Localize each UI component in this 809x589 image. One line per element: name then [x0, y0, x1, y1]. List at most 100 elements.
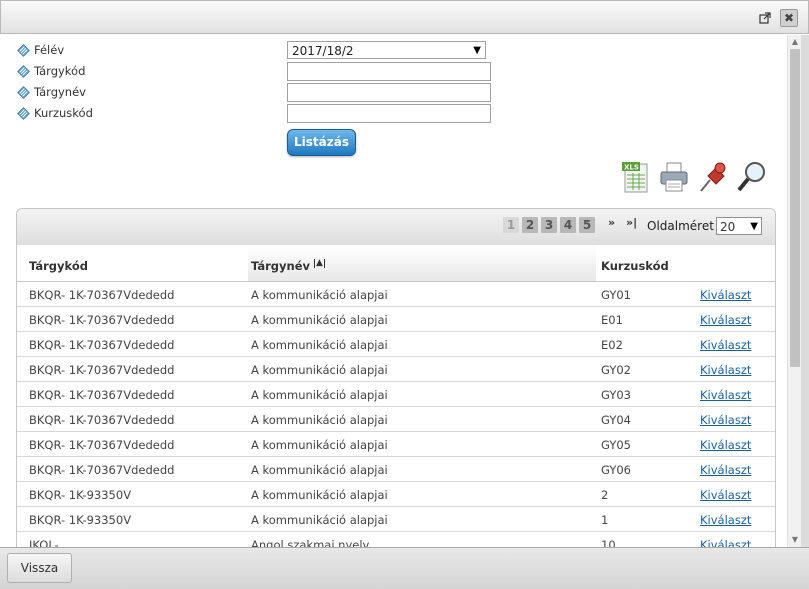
targykod-input[interactable] [287, 62, 491, 81]
list-button[interactable]: Listázás [287, 129, 356, 156]
next-page-icon[interactable]: » [608, 216, 615, 229]
scroll-down-icon[interactable]: ▼ [790, 535, 800, 545]
cell-targynev: A kommunikáció alapjai [251, 413, 388, 427]
cell-targykod: BKQR- 1K-70367Vdededd [29, 388, 175, 402]
close-icon[interactable]: ✖ [780, 9, 798, 27]
cell-kurzuskod: GY01 [601, 288, 631, 302]
cell-targynev: A kommunikáció alapjai [251, 463, 388, 477]
form-label-felev: Félév [17, 43, 64, 57]
cell-targykod: BKQR- 1K-70367Vdededd [29, 413, 175, 427]
column-header-targynev-label: Tárgynév [251, 259, 311, 273]
dialog-titlebar: ✖ [0, 0, 809, 34]
table-row: BKQR- 1K-93350V A kommunikáció alapjai 2 Ki… [17, 482, 775, 507]
xls-export-icon[interactable]: XLS [619, 160, 653, 194]
last-page-icon[interactable]: »| [626, 216, 637, 229]
vertical-scrollbar[interactable]: ▲ ▼ [787, 35, 802, 547]
table-row: BKQR- 1K-70367Vdededd A kommunikáció alap… [17, 457, 775, 482]
bullet-icon [17, 64, 30, 78]
bullet-icon [17, 106, 30, 120]
targynev-label: Tárgynév [34, 85, 86, 99]
sort-ascending-icon[interactable]: ▲ [314, 259, 325, 268]
table-row: BKQR- 1K-70367Vdededd A kommunikáció alap… [17, 382, 775, 407]
page-number-4[interactable]: 4 [560, 217, 576, 233]
felev-label: Félév [34, 43, 65, 57]
felev-select-value: 2017/18/2 [292, 44, 354, 58]
popout-icon[interactable] [758, 11, 772, 25]
form-label-targynev: Tárgynév [17, 85, 86, 99]
column-header-kurzuskod[interactable]: Kurzuskód [601, 259, 669, 273]
cell-targynev: A kommunikáció alapjai [251, 363, 388, 377]
cell-targynev: A kommunikáció alapjai [251, 488, 388, 502]
dialog-content: Félév Tárgykód Tárgynév Kurzuskód 2017/1… [1, 35, 787, 547]
cell-targykod: BKQR- 1K-70367Vdededd [29, 363, 175, 377]
cell-targykod: BKQR- 1K-93350V [29, 513, 132, 527]
cell-targykod: BKQR- 1K-70367Vdededd [29, 438, 175, 452]
scroll-thumb[interactable] [790, 49, 800, 367]
cell-targynev: Angol szakmai nyelv [251, 538, 370, 547]
search-magnifier-icon[interactable] [735, 160, 769, 194]
select-link[interactable]: Kiválaszt [700, 413, 751, 427]
page-number-5[interactable]: 5 [579, 217, 595, 233]
cell-kurzuskod: GY03 [601, 388, 631, 402]
cell-targynev: A kommunikáció alapjai [251, 288, 388, 302]
targynev-input[interactable] [287, 83, 491, 102]
cell-kurzuskod: GY05 [601, 438, 631, 452]
select-link[interactable]: Kiválaszt [700, 388, 751, 402]
page-size-value: 20 [720, 220, 736, 234]
cell-kurzuskod: GY02 [601, 363, 631, 377]
cell-targykod: BKQR- 1K-93350V [29, 488, 132, 502]
select-link[interactable]: Kiválaszt [700, 338, 751, 352]
cell-targykod: BKQR- 1K-70367Vdededd [29, 313, 175, 327]
back-button[interactable]: Vissza [7, 553, 72, 583]
table-row: BKQR- 1K-70367Vdededd A kommunikáció alap… [17, 282, 775, 307]
cell-kurzuskod: GY04 [601, 413, 631, 427]
cell-kurzuskod: E02 [601, 338, 623, 352]
pin-icon[interactable] [696, 160, 730, 194]
scroll-up-icon[interactable]: ▲ [790, 37, 800, 47]
cell-targykod: IKOL- [29, 538, 59, 547]
select-link[interactable]: Kiválaszt [700, 288, 751, 302]
page-size-select[interactable]: 20 ▼ [716, 217, 762, 235]
cell-targynev: A kommunikáció alapjai [251, 513, 388, 527]
form-label-kurzuskod: Kurzuskód [17, 106, 93, 120]
bullet-icon [17, 43, 30, 57]
cell-kurzuskod: 10 [601, 538, 616, 547]
select-link[interactable]: Kiválaszt [700, 463, 751, 477]
page-number-3[interactable]: 3 [541, 217, 557, 233]
results-grid: 12345 » »| Oldalméret 20 ▼ Tárgykód Tárg… [16, 208, 776, 547]
kurzuskod-label: Kurzuskód [34, 106, 93, 120]
kurzuskod-input[interactable] [287, 104, 491, 123]
table-row: BKQR- 1K-93350V A kommunikáció alapjai 1 Ki… [17, 507, 775, 532]
column-header-targykod[interactable]: Tárgykód [29, 259, 88, 273]
felev-select[interactable]: 2017/18/2 ▼ [287, 41, 486, 59]
page-number-1: 1 [503, 217, 519, 233]
cell-targykod: BKQR- 1K-70367Vdededd [29, 463, 175, 477]
cell-kurzuskod: 1 [601, 513, 609, 527]
table-row: BKQR- 1K-70367Vdededd A kommunikáció alap… [17, 307, 775, 332]
cell-kurzuskod: 2 [601, 488, 609, 502]
select-link[interactable]: Kiválaszt [700, 513, 751, 527]
pager-bar: 12345 » »| Oldalméret 20 ▼ [17, 209, 775, 245]
table-row: BKQR- 1K-70367Vdededd A kommunikáció alap… [17, 432, 775, 457]
table-row: BKQR- 1K-70367Vdededd A kommunikáció alap… [17, 407, 775, 432]
table-row: BKQR- 1K-70367Vdededd A kommunikáció alap… [17, 332, 775, 357]
dropdown-arrow-icon: ▼ [473, 45, 481, 56]
targykod-label: Tárgykód [34, 64, 86, 78]
cell-targykod: BKQR- 1K-70367Vdededd [29, 338, 175, 352]
page-number-2[interactable]: 2 [522, 217, 538, 233]
cell-targynev: A kommunikáció alapjai [251, 338, 388, 352]
cell-targynev: A kommunikáció alapjai [251, 313, 388, 327]
select-link[interactable]: Kiválaszt [700, 363, 751, 377]
select-link[interactable]: Kiválaszt [700, 313, 751, 327]
dialog-footer: Vissza [0, 547, 809, 589]
select-link[interactable]: Kiválaszt [700, 488, 751, 502]
select-link[interactable]: Kiválaszt [700, 538, 751, 547]
svg-text:XLS: XLS [624, 164, 639, 172]
print-icon[interactable] [657, 160, 691, 194]
select-link[interactable]: Kiválaszt [700, 438, 751, 452]
cell-targynev: A kommunikáció alapjai [251, 438, 388, 452]
cell-targykod: BKQR- 1K-70367Vdededd [29, 288, 175, 302]
cell-kurzuskod: GY06 [601, 463, 631, 477]
column-header-targynev[interactable]: Tárgynév ▲ [251, 259, 325, 273]
table-header: Tárgykód Tárgynév ▲ Kurzuskód [17, 245, 775, 282]
